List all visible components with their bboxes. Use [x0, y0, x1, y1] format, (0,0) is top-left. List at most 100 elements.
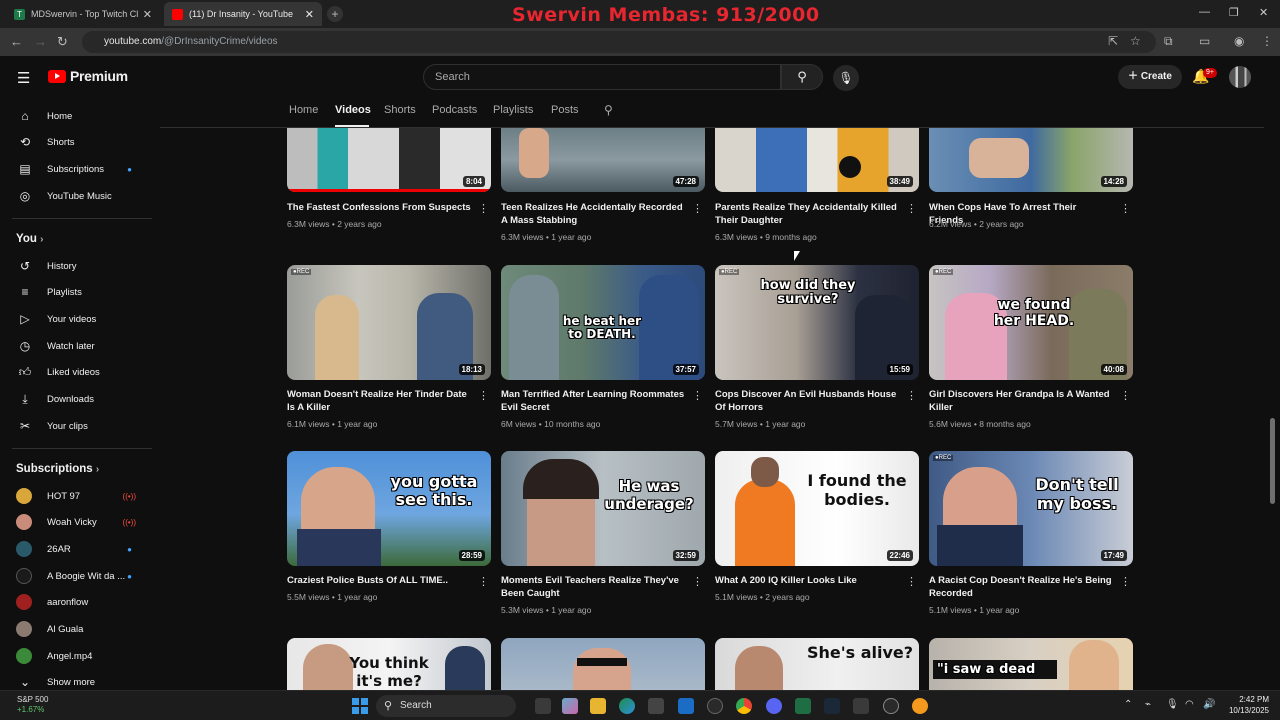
video-title[interactable]: Cops Discover An Evil Husbands House Of … — [715, 388, 899, 414]
sidebar-item-downloads[interactable]: ⤓ Downloads — [0, 386, 150, 412]
more-options-icon[interactable]: ⋮ — [906, 202, 917, 215]
discord-icon[interactable] — [766, 698, 782, 714]
media-player-icon[interactable] — [883, 698, 899, 714]
video-thumbnail[interactable]: he beat her to DEATH. 37:57 — [501, 265, 705, 380]
video-thumbnail[interactable]: ●REC how did they survive? 15:59 — [715, 265, 919, 380]
restore-icon[interactable]: ❐ — [1229, 6, 1239, 19]
close-tab-icon[interactable]: ✕ — [143, 8, 152, 21]
video-title[interactable]: Girl Discovers Her Grandpa Is A Wanted K… — [929, 388, 1113, 414]
sidebar-item-youtube-music[interactable]: ◎ YouTube Music — [0, 183, 150, 209]
more-options-icon[interactable]: ⋮ — [478, 202, 489, 215]
tab-playlists[interactable]: Playlists — [493, 104, 533, 116]
notepad-icon[interactable] — [853, 698, 869, 714]
new-tab-button[interactable]: + — [327, 6, 343, 22]
sidebar-item-your-videos[interactable]: ▷ Your videos — [0, 306, 150, 332]
sidebar-item-playlists[interactable]: ≡ Playlists — [0, 279, 150, 305]
page-scrollbar[interactable] — [1270, 418, 1275, 504]
video-card[interactable]: She's alive? — [715, 638, 919, 690]
volume-icon[interactable]: 🔊 — [1203, 699, 1215, 710]
more-options-icon[interactable]: ⋮ — [692, 202, 703, 215]
account-avatar[interactable] — [1229, 66, 1251, 88]
subscription-angel-mp4[interactable]: Angel.mp4 — [0, 643, 150, 669]
sidebar-item-watch-later[interactable]: ◷ Watch later — [0, 333, 150, 359]
youtube-logo[interactable]: Premium — [48, 68, 128, 84]
tray-overflow-icon[interactable]: ⌃ — [1124, 699, 1132, 710]
sidebar-subscriptions-heading[interactable]: Subscriptions › — [16, 463, 99, 475]
video-card[interactable]: 47:28 Teen Realizes He Accidentally Reco… — [501, 128, 705, 242]
video-thumbnail[interactable]: 14:28 — [929, 128, 1133, 192]
sidebar-show-more[interactable]: ⌄ Show more — [0, 669, 150, 690]
stock-widget[interactable]: S&P 500 +1.67% — [17, 695, 48, 715]
tab-podcasts[interactable]: Podcasts — [432, 104, 477, 116]
hamburger-menu-icon[interactable]: ☰ — [17, 69, 30, 87]
video-thumbnail[interactable]: 38:49 — [715, 128, 919, 192]
voice-search-button[interactable]: 🎙 — [833, 65, 859, 91]
video-thumbnail[interactable]: ●REC we found her HEAD. 40:08 — [929, 265, 1133, 380]
file-explorer-icon[interactable] — [590, 698, 606, 714]
video-thumbnail[interactable]: You think it's me? — [287, 638, 491, 690]
subscription-26ar[interactable]: 26AR ● — [0, 536, 150, 562]
video-card[interactable]: I found the bodies. 22:46 What A 200 IQ … — [715, 451, 919, 602]
excel-icon[interactable] — [795, 698, 811, 714]
forward-icon[interactable]: → — [34, 34, 47, 49]
video-thumbnail[interactable]: ●REC 18:13 — [287, 265, 491, 380]
close-window-icon[interactable]: ✕ — [1259, 6, 1268, 19]
video-thumbnail[interactable]: "i saw a dead — [929, 638, 1133, 690]
tab-videos[interactable]: Videos — [335, 104, 371, 116]
subscription-al-guala[interactable]: Al Guala — [0, 616, 150, 642]
video-title[interactable]: Parents Realize They Accidentally Killed… — [715, 201, 899, 227]
video-card[interactable]: "i saw a dead — [929, 638, 1133, 690]
more-options-icon[interactable]: ⋮ — [478, 575, 489, 588]
video-thumbnail[interactable] — [501, 638, 705, 690]
sidebar-you-heading[interactable]: You › — [16, 233, 43, 245]
taskbar-clock[interactable]: 2:42 PM 10/13/2025 — [1225, 694, 1269, 716]
steam-icon[interactable] — [824, 698, 840, 714]
video-thumbnail[interactable]: I found the bodies. 22:46 — [715, 451, 919, 566]
store-icon[interactable] — [648, 698, 664, 714]
tab-home[interactable]: Home — [289, 104, 318, 116]
github-icon[interactable] — [707, 698, 723, 714]
extensions-icon[interactable]: ⧉ — [1164, 34, 1173, 49]
subscription-hot-97[interactable]: HOT 97 ((•)) — [0, 483, 150, 509]
more-options-icon[interactable]: ⋮ — [906, 389, 917, 402]
tab-shorts[interactable]: Shorts — [384, 104, 416, 116]
sidebar-item-shorts[interactable]: ⟲ Shorts — [0, 129, 150, 155]
copilot-icon[interactable] — [562, 698, 578, 714]
video-card[interactable]: He was underage? 32:59 Moments Evil Teac… — [501, 451, 705, 615]
create-button[interactable]: ＋ Create — [1118, 65, 1182, 89]
browser-tab-youtube[interactable]: (11) Dr Insanity - YouTube ✕ — [164, 2, 322, 26]
video-title[interactable]: Teen Realizes He Accidentally Recorded A… — [501, 201, 685, 227]
wifi-icon[interactable]: ◠ — [1185, 699, 1194, 710]
video-card[interactable]: ●REC we found her HEAD. 40:08 Girl Disco… — [929, 265, 1133, 429]
video-card[interactable]: ●REC Don't tell my boss. 17:49 A Racist … — [929, 451, 1133, 615]
more-options-icon[interactable]: ⋮ — [1120, 202, 1131, 215]
more-options-icon[interactable]: ⋮ — [478, 389, 489, 402]
video-thumbnail[interactable]: She's alive? — [715, 638, 919, 690]
tab-posts[interactable]: Posts — [551, 104, 579, 116]
channel-search-icon[interactable]: ⚲ — [604, 103, 613, 117]
sidebar-item-history[interactable]: ↺ History — [0, 253, 150, 279]
minimize-icon[interactable]: — — [1199, 6, 1210, 18]
browser-menu-icon[interactable]: ⋮ — [1261, 34, 1273, 48]
video-thumbnail[interactable]: He was underage? 32:59 — [501, 451, 705, 566]
more-options-icon[interactable]: ⋮ — [906, 575, 917, 588]
video-card[interactable]: ●REC how did they survive? 15:59 Cops Di… — [715, 265, 919, 429]
chrome-icon[interactable] — [736, 698, 752, 714]
outlook-icon[interactable] — [678, 698, 694, 714]
video-title[interactable]: The Fastest Confessions From Suspects — [287, 201, 471, 214]
close-tab-icon[interactable]: ✕ — [305, 8, 314, 21]
network-icon[interactable]: ⌁ — [1145, 699, 1151, 710]
video-card[interactable]: 8:04 The Fastest Confessions From Suspec… — [287, 128, 491, 229]
video-thumbnail[interactable]: ●REC Don't tell my boss. 17:49 — [929, 451, 1133, 566]
task-view-icon[interactable] — [535, 698, 551, 714]
bookmark-star-icon[interactable]: ☆ — [1130, 34, 1141, 48]
split-view-icon[interactable]: ▭ — [1199, 34, 1210, 48]
video-thumbnail[interactable]: you gotta see this. 28:59 — [287, 451, 491, 566]
video-title[interactable]: Woman Doesn't Realize Her Tinder Date Is… — [287, 388, 471, 414]
video-title[interactable]: Craziest Police Busts Of ALL TIME.. — [287, 574, 471, 587]
video-card[interactable]: you gotta see this. 28:59 Craziest Polic… — [287, 451, 491, 602]
sidebar-item-subscriptions[interactable]: ▤ Subscriptions ● — [0, 156, 150, 182]
video-card[interactable]: You think it's me? — [287, 638, 491, 690]
windows-start-icon[interactable] — [352, 698, 368, 714]
microphone-icon[interactable]: 🎙 — [1166, 699, 1179, 710]
